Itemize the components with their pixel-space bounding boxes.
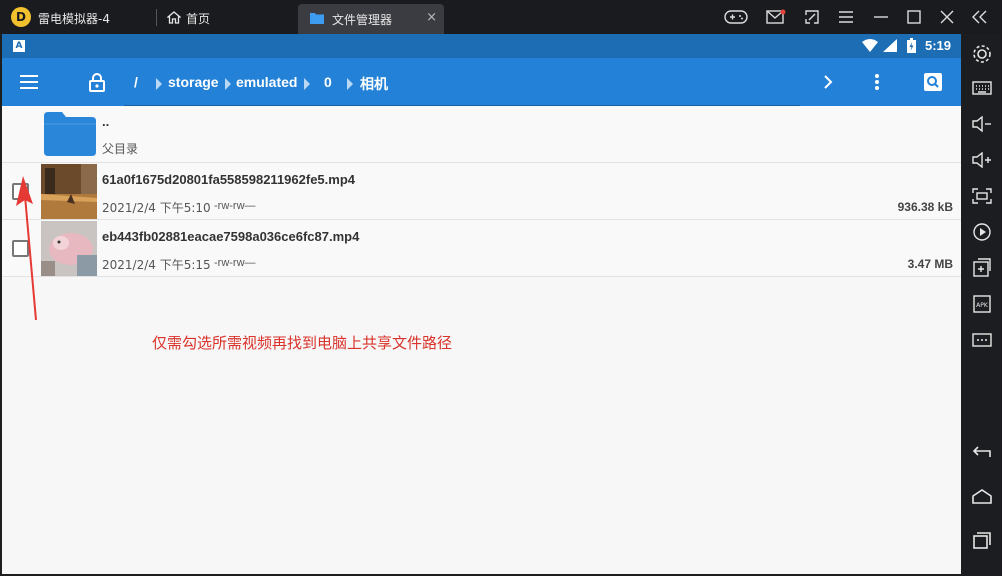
volume-down-icon[interactable] [970, 112, 994, 136]
more-icon[interactable] [970, 328, 994, 352]
breadcrumb-emulated[interactable]: emulated [236, 74, 297, 90]
file-permissions: -rw-rw— [214, 257, 256, 269]
gear-icon[interactable] [970, 42, 994, 66]
tab-divider [156, 9, 157, 26]
keyboard-indicator-icon: A [13, 40, 25, 52]
back-icon[interactable] [970, 440, 994, 464]
emulator-titlebar: D 雷电模拟器-4 首页 文件管理器 × [0, 0, 1002, 34]
menu-icon[interactable] [834, 6, 858, 28]
breadcrumb-camera[interactable]: 相机 [360, 74, 388, 94]
list-item-parent[interactable]: .. 父目录 [2, 106, 961, 163]
clock: 5:19 [925, 38, 952, 53]
folder-icon [310, 13, 324, 24]
tab-home[interactable]: 首页 [164, 0, 294, 34]
keyboard-icon[interactable] [970, 76, 994, 100]
file-subtitle: 父目录 [102, 142, 139, 156]
breadcrumb-separator-icon [156, 78, 162, 90]
signal-icon [883, 39, 897, 52]
breadcrumb-separator-icon [347, 78, 353, 90]
volume-up-icon[interactable] [970, 148, 994, 172]
minimize-icon[interactable] [869, 6, 893, 28]
file-date: 2021/2/4 下午5:10 [102, 201, 211, 215]
apk-icon[interactable]: APK [970, 292, 994, 316]
breadcrumb-forward-button[interactable] [808, 58, 848, 106]
file-size: 936.38 kB [897, 200, 953, 214]
emulator-title: 雷电模拟器-4 [38, 12, 110, 26]
annotation-text: 仅需勾选所需视频再找到电脑上共享文件路径 [152, 334, 453, 352]
emulator-logo-icon: D [11, 7, 31, 27]
android-screen: A 5:19 / storage emulated 0 相机 .. 父目录 61… [2, 34, 961, 574]
hamburger-icon [20, 75, 38, 89]
annotation-arrow [16, 176, 37, 321]
search-icon [924, 73, 942, 91]
wifi-icon [862, 39, 878, 52]
breadcrumb-separator-icon [304, 78, 310, 90]
gamepad-icon[interactable] [724, 6, 748, 28]
file-manager-toolbar: / storage emulated 0 相机 [2, 58, 961, 108]
overflow-menu-button[interactable] [857, 58, 897, 106]
search-button[interactable] [913, 58, 953, 106]
lock-button[interactable] [77, 58, 117, 106]
file-size: 3.47 MB [907, 257, 953, 271]
collapse-sidebar-icon[interactable] [967, 6, 991, 28]
emulator-sidebar: APK [962, 34, 1002, 576]
tab-file-manager[interactable]: 文件管理器 × [298, 4, 444, 34]
screenshot-icon[interactable] [970, 184, 994, 208]
maximize-icon[interactable] [902, 6, 926, 28]
file-name: 61a0f1675d20801fa558598211962fe5.mp4 [102, 172, 355, 187]
battery-icon [907, 38, 916, 53]
list-item-video-2[interactable]: eb443fb02881eacae7598a036ce6fc87.mp4 202… [2, 220, 961, 277]
tab-file-manager-label: 文件管理器 [332, 13, 393, 27]
more-vertical-icon [875, 74, 879, 90]
window-controls [724, 6, 1002, 28]
android-statusbar: A 5:19 [2, 34, 961, 58]
drawer-menu-button[interactable] [9, 58, 49, 106]
breadcrumb-storage[interactable]: storage [168, 74, 219, 90]
fullscreen-icon[interactable] [800, 6, 824, 28]
mail-icon[interactable] [764, 6, 788, 28]
breadcrumb-root[interactable]: / [134, 74, 138, 90]
file-name: eb443fb02881eacae7598a036ce6fc87.mp4 [102, 229, 360, 244]
breadcrumb-separator-icon [225, 78, 231, 90]
file-date: 2021/2/4 下午5:15 [102, 258, 211, 272]
file-permissions: -rw-rw— [214, 200, 256, 212]
home-icon [167, 11, 181, 24]
home-icon[interactable] [970, 484, 994, 508]
lock-icon [89, 72, 105, 92]
list-item-video-1[interactable]: 61a0f1675d20801fa558598211962fe5.mp4 202… [2, 163, 961, 220]
record-icon[interactable] [970, 220, 994, 244]
tab-home-label: 首页 [186, 12, 211, 26]
add-icon[interactable] [970, 256, 994, 280]
recents-icon[interactable] [970, 528, 994, 552]
close-icon[interactable] [935, 6, 959, 28]
breadcrumb-0[interactable]: 0 [324, 74, 332, 90]
svg-text:APK: APK [976, 302, 989, 309]
folder-icon [44, 112, 96, 156]
file-name: .. [102, 114, 110, 129]
tab-close-icon[interactable]: × [426, 10, 437, 25]
chevron-right-icon [824, 75, 833, 89]
